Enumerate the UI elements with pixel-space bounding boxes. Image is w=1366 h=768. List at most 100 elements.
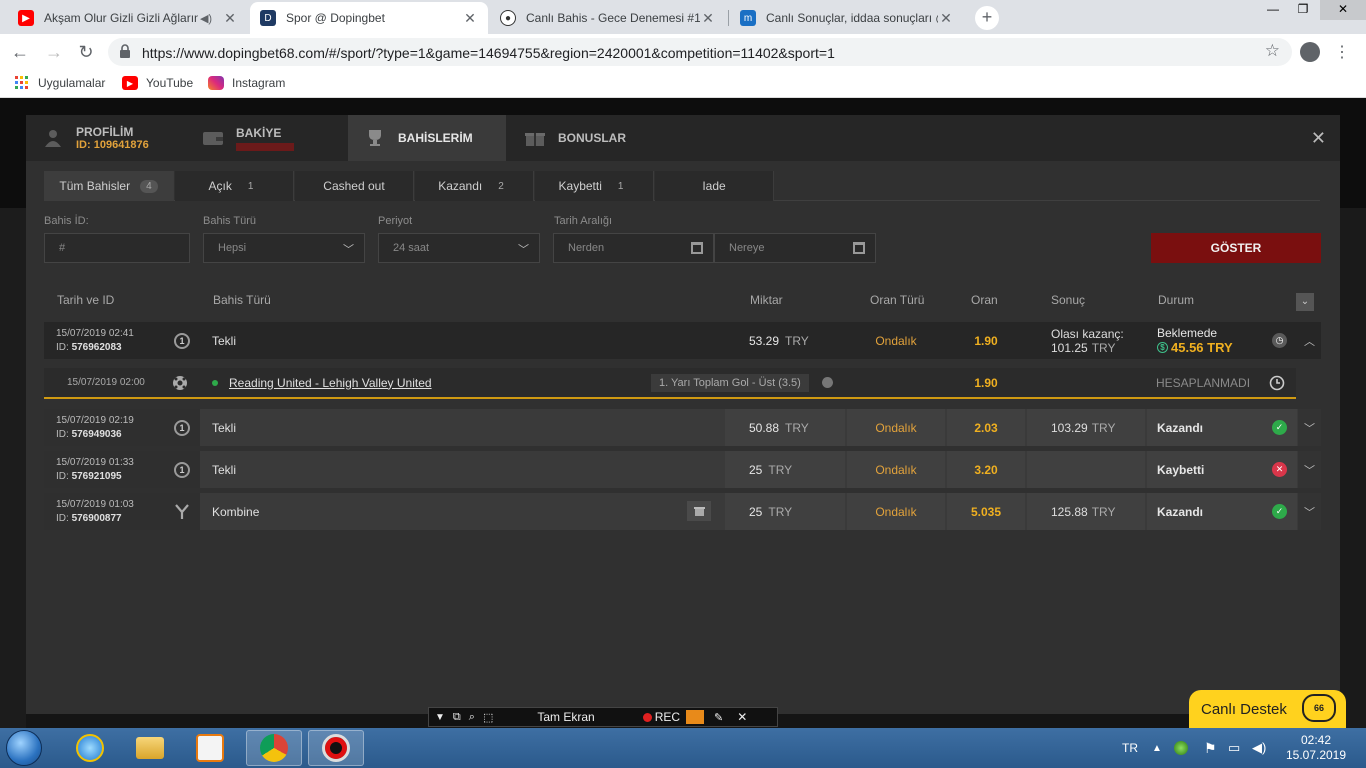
tab-open[interactable]: Açık 1 — [175, 171, 294, 201]
col-odds: Oran — [971, 293, 998, 307]
close-icon[interactable]: ✕ — [938, 10, 954, 27]
bet-id-input[interactable]: # — [44, 233, 190, 263]
period-select[interactable]: 24 saat ﹀ — [378, 233, 540, 263]
gift-icon[interactable] — [687, 501, 711, 521]
speaker-icon[interactable]: ◀) — [198, 12, 214, 25]
bet-type: Tekli — [212, 462, 237, 477]
browser-tab-mackolik[interactable]: m Canlı Sonuçlar, iddaa sonuçları @ ✕ — [730, 2, 964, 34]
chevron-down-icon[interactable]: ﹀ — [1298, 493, 1321, 530]
nav-my-bets[interactable]: BAHİSLERİM — [348, 115, 506, 161]
bookmark-instagram[interactable]: Instagram — [208, 76, 285, 90]
reload-icon[interactable]: ↻ — [74, 41, 98, 63]
tab-refund[interactable]: Iade — [655, 171, 774, 201]
bookmark-youtube[interactable]: ▶ YouTube — [122, 76, 193, 90]
minimize-button[interactable]: — — [1258, 0, 1288, 20]
browser-tab-youtube[interactable]: ▶ Akşam Olur Gizli Gizli Ağların ◀) ✕ — [8, 2, 248, 34]
record-dot-icon — [642, 712, 652, 722]
bet-amount: 25 TRY — [725, 493, 845, 530]
taskbar-clock[interactable]: 02:42 15.07.2019 — [1280, 733, 1352, 763]
match-link[interactable]: Reading United - Lehigh Valley United — [229, 368, 432, 397]
bet-id-value: 576949036 — [71, 429, 122, 440]
nav-balance[interactable]: BAKİYE — [186, 115, 346, 161]
table-row[interactable]: 15/07/2019 02:19 ID: 576949036 1 Tekli 5… — [44, 409, 1321, 446]
profile-avatar-icon[interactable] — [1300, 42, 1320, 62]
date-to-input[interactable]: Nereye — [714, 233, 876, 263]
bet-id-value: 576962083 — [71, 342, 122, 353]
new-tab-button[interactable]: + — [975, 6, 999, 30]
live-stream-icon[interactable] — [822, 368, 833, 397]
live-support-button[interactable]: Canlı Destek 66 — [1189, 690, 1346, 728]
close-icon[interactable]: ✕ — [737, 710, 747, 724]
taskbar-media-player[interactable] — [182, 730, 238, 766]
close-icon[interactable]: ✕ — [700, 10, 716, 27]
tab-count: 2 — [498, 180, 504, 192]
network-icon[interactable]: ▭ — [1228, 728, 1240, 768]
col-status: Durum — [1158, 293, 1195, 307]
volume-icon[interactable]: ◀) — [1252, 728, 1266, 768]
chevron-up-icon[interactable]: ︿ — [1298, 322, 1321, 359]
table-row[interactable]: 15/07/2019 01:33 ID: 576921095 1 Tekli 2… — [44, 451, 1321, 488]
back-arrow-icon[interactable]: ← — [8, 41, 32, 63]
bookmark-apps[interactable]: Uygulamalar — [14, 76, 105, 90]
single-bet-glyph: 1 — [174, 461, 190, 478]
browser-tab-canli-bahis[interactable]: ● Canlı Bahis - Gece Denemesi #1 ✕ — [490, 2, 726, 34]
calendar-icon — [853, 242, 865, 254]
zoom-icon[interactable]: ⌕ — [469, 711, 475, 724]
region-select-icon[interactable]: ⬚ — [483, 711, 493, 724]
windows-start-icon[interactable] — [6, 730, 42, 766]
close-icon[interactable]: ✕ — [1311, 128, 1326, 149]
record-button[interactable]: REC — [655, 710, 680, 724]
tray-expand-icon[interactable]: ▲ — [1152, 728, 1162, 768]
tab-title: Canlı Bahis - Gece Denemesi #1 — [526, 11, 700, 25]
kebab-menu-icon[interactable]: ⋮ — [1334, 42, 1350, 62]
taskbar-internet-explorer[interactable] — [62, 730, 118, 766]
date-from-input[interactable]: Nerden — [553, 233, 714, 263]
youtube-icon: ▶ — [122, 76, 138, 90]
window-icon[interactable]: ⧉ — [453, 711, 461, 724]
bet-date: 15/07/2019 02:41 — [56, 328, 134, 339]
single-bet-glyph: 1 — [174, 332, 190, 349]
collapse-all-icon[interactable]: ⌄ — [1296, 293, 1314, 311]
camera-icon[interactable] — [686, 710, 705, 724]
bet-date: 15/07/2019 02:19 — [56, 415, 134, 426]
bet-id-value: 576921095 — [71, 471, 122, 482]
taskbar-recorder[interactable] — [308, 730, 364, 766]
bookmark-star-icon[interactable]: ☆ — [1265, 41, 1280, 61]
tray-app-icon[interactable] — [1174, 728, 1188, 768]
close-icon[interactable]: ✕ — [222, 10, 238, 27]
tab-lost[interactable]: Kaybetti 1 — [535, 171, 654, 201]
table-row[interactable]: 15/07/2019 01:03 ID: 576900877 Kombine 2… — [44, 493, 1321, 530]
nav-profile[interactable]: PROFİLİM ID: 109641876 — [26, 115, 184, 161]
folder-icon — [136, 737, 164, 759]
taskbar-file-explorer[interactable] — [122, 730, 178, 766]
show-button[interactable]: GÖSTER — [1151, 233, 1321, 263]
browser-tab-dopingbet[interactable]: D Spor @ Dopingbet ✕ — [250, 2, 488, 34]
chevron-down-icon[interactable]: ﹀ — [1298, 409, 1321, 446]
tab-won[interactable]: Kazandı 2 — [415, 171, 534, 201]
flag-icon[interactable]: ⚑ — [1204, 728, 1217, 768]
table-row[interactable]: 15/07/2019 02:41 ID: 576962083 1 Tekli 5… — [44, 322, 1321, 359]
fullscreen-label[interactable]: Tam Ekran — [537, 710, 594, 724]
maximize-button[interactable]: ❐ — [1288, 0, 1318, 20]
bet-date: 15/07/2019 01:03 — [56, 499, 134, 510]
nav-profile-label: PROFİLİM — [76, 125, 134, 139]
close-icon[interactable]: ✕ — [462, 10, 478, 27]
address-bar[interactable]: https://www.dopingbet68.com/#/sport/?typ… — [108, 38, 1292, 66]
browser-toolbar: ← → ↻ https://www.dopingbet68.com/#/spor… — [0, 34, 1366, 70]
nav-bonuses[interactable]: BONUSLAR — [508, 115, 668, 161]
dropdown-triangle-icon[interactable]: ▼ — [435, 712, 445, 723]
tab-cashed-out[interactable]: Cashed out — [295, 171, 414, 201]
cashout-button[interactable]: $ 45.56 TRY — [1157, 340, 1233, 355]
bet-odds: 2.03 — [947, 409, 1025, 446]
tab-all-bets[interactable]: Tüm Bahisler 4 — [44, 171, 174, 201]
chevron-down-icon[interactable]: ﹀ — [1298, 451, 1321, 488]
account-modal: PROFİLİM ID: 109641876 BAKİYE BAHİSLERİM — [26, 115, 1340, 714]
forward-arrow-icon[interactable]: → — [42, 41, 66, 63]
pen-icon[interactable]: ✎ — [714, 711, 723, 724]
language-indicator[interactable]: TR — [1122, 728, 1138, 768]
window-close-button[interactable]: ✕ — [1320, 0, 1366, 20]
bet-type-select[interactable]: Hepsi ﹀ — [203, 233, 365, 263]
taskbar-chrome[interactable] — [246, 730, 302, 766]
clock-icon: ◷ — [1272, 333, 1287, 348]
combo-fork-icon — [175, 503, 189, 519]
